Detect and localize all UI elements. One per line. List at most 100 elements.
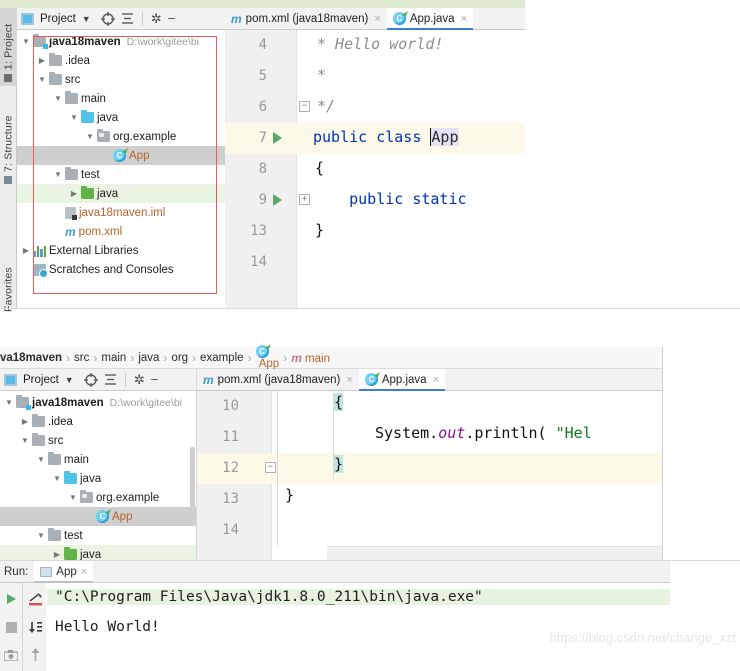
tree-node--idea[interactable]: ▶ .idea [0, 412, 196, 431]
close-icon[interactable]: × [346, 374, 352, 386]
tree-node-external-libraries[interactable]: ▶ External Libraries [17, 241, 225, 260]
chevron-down-icon[interactable]: ▼ [18, 436, 32, 445]
breadcrumb-item-example[interactable]: example [196, 352, 247, 364]
tree-node-org-example[interactable]: ▼ org.example [17, 127, 225, 146]
tree-node-test[interactable]: ▼ test [17, 165, 225, 184]
line-number: 5 [258, 68, 267, 84]
fold-collapse-icon[interactable]: − [265, 462, 276, 473]
stop-button[interactable] [0, 613, 22, 641]
close-icon[interactable]: × [374, 13, 380, 25]
chevron-down-icon[interactable]: ▼ [50, 474, 64, 483]
editor-tab-bar-top[interactable]: m pom.xml (java18maven) × C App.java × [225, 7, 525, 30]
fold-collapse-icon[interactable]: − [299, 101, 310, 112]
close-icon[interactable]: × [81, 566, 87, 578]
tree-node-java[interactable]: ▼ java [0, 469, 196, 488]
breadcrumb-item-src[interactable]: src [70, 352, 93, 364]
tree-node-java18maven[interactable]: ▼ java18maven D:\work\gitee\bi [0, 393, 196, 412]
tree-node-pom-xml[interactable]: m pom.xml [17, 222, 225, 241]
project-tree-top[interactable]: ▼ java18maven D:\work\gitee\bi ▶ .idea ▼ src ▼ m… [17, 30, 225, 279]
collapse-all-icon[interactable] [121, 12, 134, 25]
editor-tab-app-java[interactable]: C App.java × [386, 7, 474, 30]
tree-node-java18maven[interactable]: ▼ java18maven D:\work\gitee\bi [17, 32, 225, 51]
editor-line-row[interactable] [197, 484, 662, 515]
tree-node-src[interactable]: ▼ src [17, 70, 225, 89]
editor-line-row[interactable] [197, 391, 662, 422]
tree-node-org-example[interactable]: ▼ org.example [0, 488, 196, 507]
editor-horizontal-scroll-area[interactable] [327, 546, 662, 560]
chevron-down-icon[interactable]: ▼ [66, 493, 80, 502]
gear-icon[interactable]: ✲ [134, 372, 145, 388]
tree-node-java[interactable]: ▼ java [17, 108, 225, 127]
editor-line-row[interactable] [225, 154, 525, 185]
editor-line-row[interactable] [225, 92, 525, 123]
breadcrumb-item-main[interactable]: main [97, 352, 130, 364]
gear-icon[interactable]: ✲ [151, 11, 162, 27]
breadcrumb-item-java[interactable]: java [134, 352, 163, 364]
code-editor-top[interactable]: 4 * Hello world! 5 * 6 − */ 7 public class App 8 {… [225, 30, 525, 308]
editor-line-row[interactable] [197, 515, 662, 546]
sidebar-item-project[interactable]: 1: Project [0, 8, 17, 86]
chevron-down-icon[interactable]: ▼ [35, 75, 49, 84]
run-tab-app[interactable]: App × [34, 560, 94, 583]
chevron-down-icon[interactable]: ▼ [51, 170, 65, 179]
tree-node-app[interactable]: C App [0, 507, 196, 526]
chevron-right-icon[interactable]: ▶ [50, 550, 64, 559]
chevron-right-icon[interactable]: ▶ [35, 56, 49, 65]
close-icon[interactable]: × [461, 13, 467, 25]
tree-node-java[interactable]: ▶ java [17, 184, 225, 203]
sidebar-item-favorites[interactable]: Favorites [0, 246, 17, 316]
chevron-down-icon[interactable]: ▼ [34, 531, 48, 540]
crosshair-target-icon[interactable] [83, 372, 98, 387]
console-output[interactable]: "C:\Program Files\Java\jdk1.8.0_211\bin\… [47, 583, 670, 671]
gutter-run-icon[interactable] [273, 132, 282, 144]
breadcrumb-item-main[interactable]: m main [287, 351, 334, 365]
tree-node-src[interactable]: ▼ src [0, 431, 196, 450]
chevron-down-icon[interactable]: ▼ [83, 132, 97, 141]
chevron-right-icon[interactable]: ▶ [19, 246, 33, 255]
chevron-down-icon[interactable]: ▼ [82, 14, 91, 24]
tree-node-main[interactable]: ▼ main [0, 450, 196, 469]
breadcrumb-item-app[interactable]: C App [252, 345, 284, 370]
tree-node-main[interactable]: ▼ main [17, 89, 225, 108]
sidebar-item-structure[interactable]: 7: Structure [0, 100, 17, 188]
breadcrumb[interactable]: va18maven › src › main › java › org › example › C Ap… [0, 345, 662, 370]
chevron-down-icon[interactable]: ▼ [34, 455, 48, 464]
editor-tab-pom-xml[interactable]: m pom.xml (java18maven) × [225, 8, 387, 30]
code-editor-mid[interactable]: 10 11 12 − 13 14 {System.out.println( "Hel}} [197, 391, 662, 560]
camera-button[interactable] [0, 641, 22, 669]
line-number: 14 [250, 254, 267, 270]
scroll-to-end-button[interactable] [24, 613, 46, 641]
editor-line-row[interactable] [225, 61, 525, 92]
breadcrumb-item-org[interactable]: org [167, 352, 192, 364]
soft-wrap-button[interactable] [24, 585, 46, 613]
chevron-down-icon[interactable]: ▼ [51, 94, 65, 103]
editor-line-row[interactable] [225, 247, 525, 278]
chevron-right-icon[interactable]: ▶ [67, 189, 81, 198]
tree-node--idea[interactable]: ▶ .idea [17, 51, 225, 70]
tree-scrollbar[interactable] [190, 447, 195, 509]
crosshair-target-icon[interactable] [100, 11, 115, 26]
editor-tab-bar-mid[interactable]: m pom.xml (java18maven) × C App.java × [197, 368, 662, 391]
close-icon[interactable]: × [433, 374, 439, 386]
tree-node-scratches-and-consoles[interactable]: Scratches and Consoles [17, 260, 225, 279]
tree-node-java18maven-iml[interactable]: java18maven.iml [17, 203, 225, 222]
chevron-down-icon[interactable]: ▼ [2, 398, 16, 407]
collapse-all-icon[interactable] [104, 373, 117, 386]
breadcrumb-item-va18maven[interactable]: va18maven [0, 352, 66, 364]
chevron-down-icon[interactable]: ▼ [67, 113, 81, 122]
chevron-down-icon[interactable]: ▼ [19, 37, 33, 46]
editor-tab-app-java[interactable]: C App.java × [358, 368, 446, 391]
minus-icon[interactable]: − [168, 11, 176, 26]
tree-node-test[interactable]: ▼ test [0, 526, 196, 545]
gutter-run-icon[interactable] [273, 194, 282, 206]
rerun-button[interactable] [0, 585, 22, 613]
minus-icon[interactable]: − [151, 372, 159, 387]
scroll-up-button[interactable] [24, 641, 46, 669]
editor-tab-pom-xml[interactable]: m pom.xml (java18maven) × [197, 369, 359, 391]
chevron-down-icon[interactable]: ▼ [65, 375, 74, 385]
editor-line-row[interactable] [225, 216, 525, 247]
fold-expand-icon[interactable]: + [299, 194, 310, 205]
tree-node-app[interactable]: C App [17, 146, 225, 165]
chevron-right-icon[interactable]: ▶ [18, 417, 32, 426]
project-tree-mid[interactable]: ▼ java18maven D:\work\gitee\bi ▶ .idea ▼ src ▼ m… [0, 391, 196, 564]
